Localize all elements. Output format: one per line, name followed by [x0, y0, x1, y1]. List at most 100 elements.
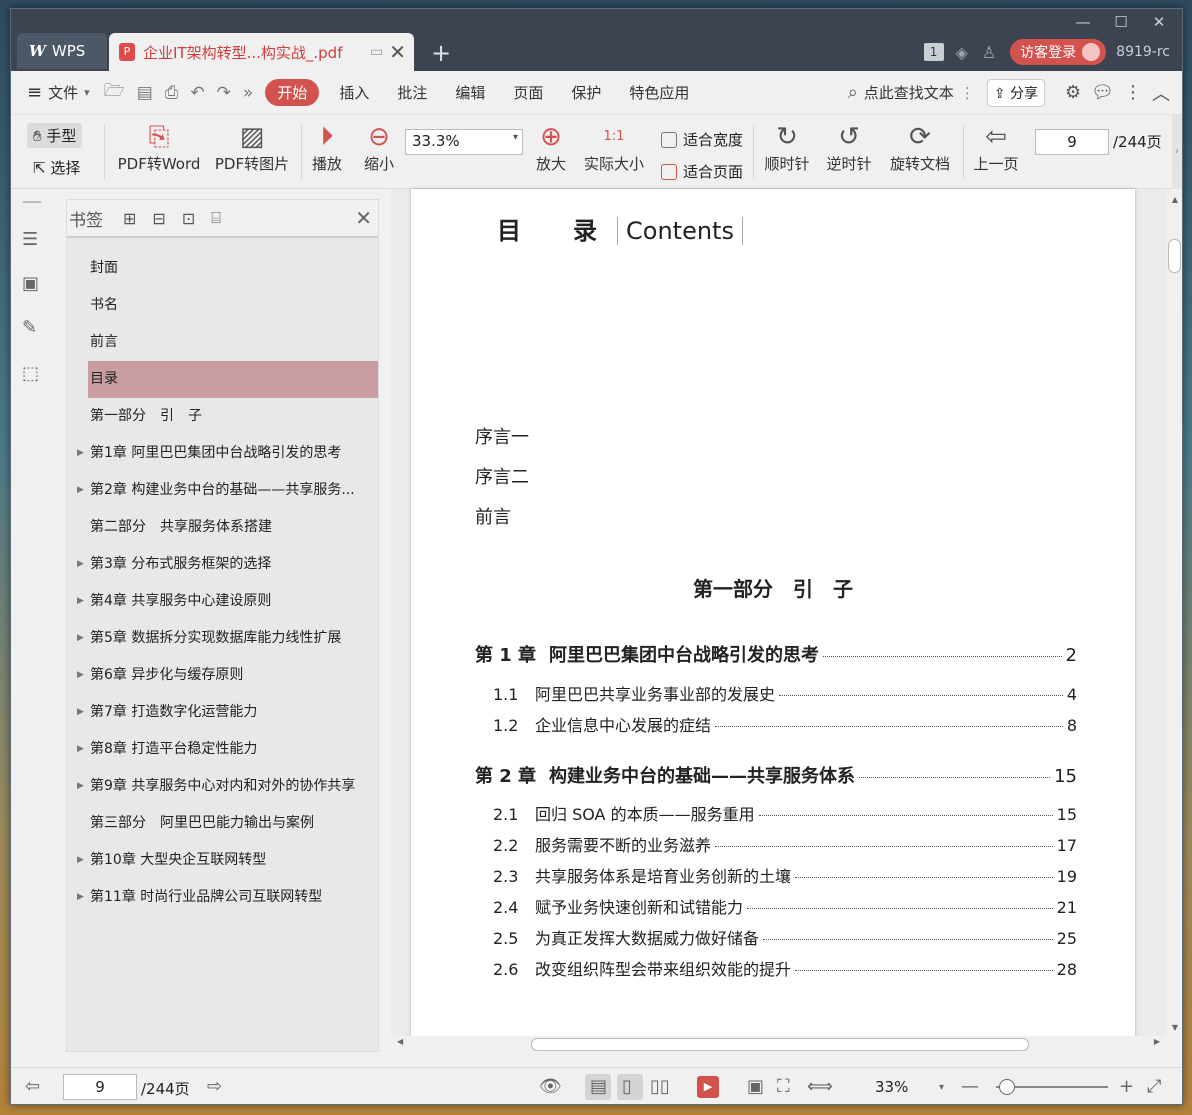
- outline-icon[interactable]: ☰: [22, 229, 38, 250]
- rotate-document-button[interactable]: ⟳ 旋转文档: [887, 121, 953, 174]
- print-icon[interactable]: ⎙: [165, 83, 179, 103]
- horizontal-scrollbar[interactable]: ◀ ▶: [391, 1036, 1166, 1052]
- eye-protection-icon[interactable]: 👁︎: [539, 1076, 562, 1097]
- toc-section-entry[interactable]: 2.5 为真正发挥大数据威力做好储备 25: [493, 925, 1077, 949]
- bookmark-item[interactable]: 书名: [67, 287, 378, 324]
- menu-page[interactable]: 页面: [513, 82, 543, 103]
- expand-arrow-icon[interactable]: ▶: [77, 694, 84, 731]
- bookmark-item[interactable]: 第二部分 共享服务体系搭建: [67, 509, 378, 546]
- expand-arrow-icon[interactable]: ▶: [77, 657, 84, 694]
- bookmark-item[interactable]: 目录: [88, 361, 378, 398]
- fit-page-icon[interactable]: ⛶: [777, 1076, 790, 1097]
- horizontal-scroll-thumb[interactable]: [531, 1038, 1029, 1051]
- skin-icon[interactable]: ◈: [956, 43, 968, 62]
- scroll-left-icon[interactable]: ◀: [397, 1037, 403, 1046]
- zoom-out-icon[interactable]: —: [961, 1076, 979, 1097]
- single-page-view-button[interactable]: ▤: [585, 1074, 611, 1100]
- annotation-icon[interactable]: ✎: [22, 317, 37, 338]
- pin-icon[interactable]: ▭: [370, 44, 383, 60]
- bookmark-item[interactable]: ▶ 第7章 打造数字化运营能力: [67, 694, 378, 731]
- toc-section-entry[interactable]: 1.1 阿里巴巴共享业务事业部的发展史 4: [493, 681, 1077, 705]
- select-tool-button[interactable]: ⇱ 选择: [33, 157, 80, 178]
- bookmark-options-icon[interactable]: ⌸: [211, 208, 221, 228]
- bookmark-item[interactable]: ▶ 第2章 构建业务中台的基础——共享服务...: [67, 472, 378, 509]
- menu-edit[interactable]: 编辑: [455, 82, 485, 103]
- zoom-in-icon[interactable]: +: [1119, 1076, 1134, 1097]
- scroll-down-icon[interactable]: ▼: [1166, 1023, 1182, 1032]
- fit-width-icon[interactable]: ⟺: [807, 1076, 833, 1097]
- menu-start[interactable]: 开始: [265, 79, 320, 106]
- maximize-icon[interactable]: ☐: [1102, 11, 1140, 33]
- tab-document[interactable]: P 企业IT架构转型...构实战_.pdf ▭ ✕: [109, 33, 414, 71]
- hand-tool-button[interactable]: ✋︎ 手型: [27, 123, 83, 148]
- status-zoom-value[interactable]: 33%: [875, 1078, 908, 1096]
- prev-page-button[interactable]: ⇦ 上一页: [971, 121, 1021, 174]
- scroll-up-icon[interactable]: ▲: [1166, 195, 1182, 204]
- bookmark-item[interactable]: ▶ 第10章 大型央企互联网转型: [67, 842, 378, 879]
- expand-arrow-icon[interactable]: ▶: [77, 842, 84, 879]
- next-page-icon[interactable]: ⇨: [207, 1076, 222, 1097]
- comment-icon[interactable]: 💬︎: [1091, 82, 1114, 103]
- zoom-slider-knob[interactable]: [999, 1079, 1015, 1095]
- page-number-input[interactable]: 9: [1035, 129, 1109, 155]
- expand-all-icon[interactable]: ⊞: [123, 209, 136, 228]
- fit-page-button[interactable]: 适合页面: [661, 161, 743, 182]
- toc-section-entry[interactable]: 2.3 共享服务体系是培育业务创新的土壤 19: [493, 863, 1077, 887]
- add-bookmark-icon[interactable]: ⊡: [182, 209, 195, 228]
- expand-arrow-icon[interactable]: ▶: [77, 472, 84, 509]
- gear-icon[interactable]: ⚙: [1065, 82, 1081, 103]
- scroll-right-icon[interactable]: ▶: [1154, 1037, 1160, 1046]
- bookmark-item[interactable]: ▶ 第9章 共享服务中心对内和对外的协作共享: [67, 768, 378, 805]
- image-export-icon[interactable]: ⬚: [22, 363, 39, 384]
- expand-arrow-icon[interactable]: ▶: [77, 879, 84, 916]
- expand-arrow-icon[interactable]: ▶: [77, 768, 84, 805]
- prev-page-icon[interactable]: ⇦: [25, 1076, 40, 1097]
- bookmark-item[interactable]: 第三部分 阿里巴巴能力输出与案例: [67, 805, 378, 842]
- continuous-view-button[interactable]: ▯: [617, 1074, 643, 1100]
- zoom-in-button[interactable]: ⊕ 放大: [531, 121, 571, 174]
- expand-arrow-icon[interactable]: ▶: [77, 620, 84, 657]
- save-icon[interactable]: ▤: [137, 83, 153, 103]
- menu-protect[interactable]: 保护: [571, 82, 601, 103]
- toc-section-entry[interactable]: 2.2 服务需要不断的业务滋养 17: [493, 832, 1077, 856]
- menu-annotate[interactable]: 批注: [397, 82, 427, 103]
- collapse-all-icon[interactable]: ⊟: [152, 209, 165, 228]
- bookmark-item[interactable]: ▶ 第5章 数据拆分实现数据库能力线性扩展: [67, 620, 378, 657]
- fit-width-button[interactable]: 适合宽度: [661, 129, 743, 150]
- toc-section-entry[interactable]: 2.6 改变组织阵型会带来组织效能的提升 28: [493, 956, 1077, 980]
- bookmark-item[interactable]: 前言: [67, 324, 378, 361]
- zoom-select[interactable]: 33.3% ▾: [405, 129, 523, 155]
- search-text-button[interactable]: ⌕ 点此查找文本 ⋮: [848, 82, 975, 103]
- slideshow-play-button[interactable]: ▶: [697, 1076, 719, 1098]
- pdf-to-image-button[interactable]: ▨ PDF转图片: [213, 121, 291, 174]
- bookmark-item[interactable]: ▶ 第6章 异步化与缓存原则: [67, 657, 378, 694]
- thumbnail-icon[interactable]: ▣: [22, 273, 39, 294]
- vertical-scrollbar[interactable]: ▲ ▼: [1166, 189, 1182, 1052]
- zoom-slider[interactable]: [996, 1079, 1108, 1095]
- bookmark-item[interactable]: 封面: [67, 250, 378, 287]
- expand-arrow-icon[interactable]: ▶: [77, 435, 84, 472]
- pdf-to-word-button[interactable]: ⎘ PDF转Word: [113, 121, 205, 174]
- expand-arrow-icon[interactable]: ▶: [77, 583, 84, 620]
- toc-section-entry[interactable]: 2.4 赋予业务快速创新和试错能力 21: [493, 894, 1077, 918]
- open-folder-icon[interactable]: 🗁: [104, 78, 125, 107]
- new-tab-icon[interactable]: +: [431, 39, 451, 67]
- fullscreen-icon[interactable]: ⤢: [1147, 1076, 1161, 1097]
- bookmark-item[interactable]: ▶ 第4章 共享服务中心建设原则: [67, 583, 378, 620]
- bookmark-item[interactable]: ▶ 第1章 阿里巴巴集团中台战略引发的思考: [67, 435, 378, 472]
- window-count-badge[interactable]: 1: [923, 43, 944, 61]
- file-menu[interactable]: ≡ 文件 ▾: [27, 82, 90, 103]
- two-page-view-button[interactable]: ▯▯: [647, 1074, 673, 1100]
- more-vertical-icon[interactable]: ⋮: [1124, 82, 1142, 103]
- more-icon[interactable]: »: [243, 83, 253, 103]
- rotate-clockwise-button[interactable]: ↻ 顺时针: [761, 121, 813, 174]
- close-icon[interactable]: ✕: [355, 206, 372, 230]
- tab-wps-home[interactable]: W WPS: [17, 33, 107, 69]
- expand-arrow-icon[interactable]: ▶: [77, 731, 84, 768]
- play-button[interactable]: ⏵ 播放: [307, 121, 347, 174]
- bookmark-item[interactable]: ▶ 第11章 时尚行业品牌公司互联网转型: [67, 879, 378, 916]
- ribbon-scroll-right-icon[interactable]: ›: [1172, 115, 1182, 189]
- collapse-ribbon-icon[interactable]: ︿: [1152, 80, 1170, 106]
- close-tab-icon[interactable]: ✕: [389, 40, 406, 64]
- bookmark-item[interactable]: ▶ 第3章 分布式服务框架的选择: [67, 546, 378, 583]
